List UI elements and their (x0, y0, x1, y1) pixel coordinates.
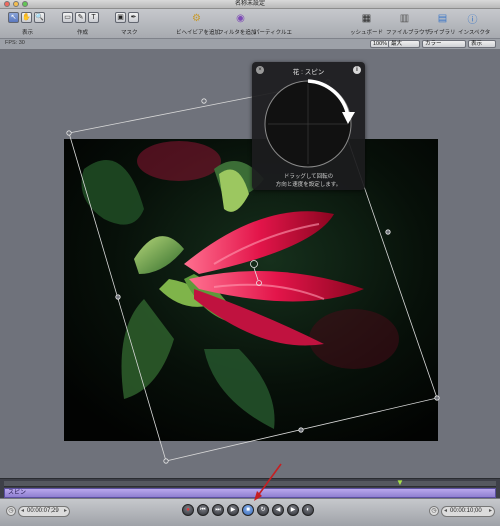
duration-value: 00:00:10;00 (450, 508, 482, 514)
inspector-label[interactable]: インスペクタ (458, 28, 490, 36)
display-tools: ↖ ✋ 🔍 (8, 12, 45, 23)
spin-track[interactable]: スピン (4, 488, 496, 498)
create-tools-label: 作成 (77, 30, 89, 36)
motion-window: 名称未設定 ↖ ✋ 🔍 表示 ▭ ✎ T 作成 ▣ ✒ マスク ⚙ ビヘイビアを… (0, 0, 500, 526)
decrement-duration-icon[interactable]: ◂ (444, 507, 447, 516)
duration-field[interactable]: ◂ 00:00:10;00 ▸ (441, 506, 495, 517)
pan-tool-button[interactable]: ✋ (21, 12, 32, 23)
add-filter-label[interactable]: フィルタを追加 (218, 28, 256, 36)
transport-bar: ◷ ◂ 00:00:07;29 ▸ ● ⏮ ⏭ ▶ ■ ↻ ◀ ▶ ◐ ◷ ◂ … (0, 498, 500, 526)
add-behavior-label[interactable]: ビヘイビアを追加 (176, 28, 220, 36)
view-select[interactable]: 最大 (388, 40, 420, 48)
record-button[interactable]: ● (182, 504, 194, 516)
next-frame-button[interactable]: ▶ (287, 504, 299, 516)
mask-pen-icon: ✒ (130, 14, 137, 21)
mask-tools-label: マスク (121, 30, 138, 36)
transform-handle[interactable] (66, 130, 72, 136)
transform-handle[interactable] (298, 427, 304, 433)
color-select[interactable]: カラー (422, 40, 466, 48)
particle-label[interactable]: パーティクルエ (254, 28, 292, 36)
bezier-tool-button[interactable]: ✎ (75, 12, 86, 23)
timeline-ruler[interactable] (4, 481, 496, 487)
dashboard-label[interactable]: ッシュボード (350, 28, 383, 36)
transform-handle[interactable] (163, 458, 169, 464)
track-label: スピン (8, 490, 27, 496)
behavior-icon[interactable]: ⚙ (190, 12, 203, 24)
playhead-icon[interactable]: ▼ (396, 479, 404, 488)
transform-handle[interactable] (115, 294, 121, 300)
create-tools: ▭ ✎ T (62, 12, 99, 23)
playback-controls: ● ⏮ ⏭ ▶ ■ ↻ ◀ ▶ ◐ (182, 504, 314, 516)
hud-info-icon[interactable]: i (353, 66, 361, 74)
increment-time-icon[interactable]: ▸ (64, 507, 67, 516)
hud-hint-line-1: ドラッグして回転の (283, 174, 334, 180)
zoom-tool-button[interactable]: 🔍 (34, 12, 45, 23)
rectangle-tool-button[interactable]: ▭ (62, 12, 73, 23)
display-tools-label: 表示 (22, 30, 34, 36)
audio-button[interactable]: ◀ (272, 504, 284, 516)
current-time-clock-icon: ◷ (6, 506, 16, 516)
mask-tools: ▣ ✒ (115, 12, 139, 23)
text-tool-button[interactable]: T (88, 12, 99, 23)
title-bar: 名称未設定 (0, 0, 500, 9)
pen-icon: ✎ (77, 14, 84, 21)
current-time-value: 00:00:07;29 (27, 508, 59, 514)
mask-bezier-button[interactable]: ✒ (128, 12, 139, 23)
hud-hint: ドラッグして回転の 方向と速度を設定します。 (256, 173, 361, 189)
transform-overlay (66, 79, 440, 464)
window-title: 名称未設定 (234, 1, 265, 7)
file-browser-label[interactable]: ファイルブラウザ (386, 28, 430, 36)
mask-rect-button[interactable]: ▣ (115, 12, 126, 23)
toolbar: ↖ ✋ 🔍 表示 ▭ ✎ T 作成 ▣ ✒ マスク ⚙ ビヘイビアを追加 ◉ フ… (0, 9, 500, 39)
library-icon[interactable]: ▤ (436, 12, 449, 24)
magnifier-icon: 🔍 (35, 14, 44, 21)
text-icon: T (91, 14, 96, 21)
spin-dial[interactable] (252, 74, 365, 174)
go-to-start-button[interactable]: ⏮ (197, 504, 209, 516)
current-time-field[interactable]: ◂ 00:00:07;29 ▸ (18, 506, 70, 517)
transform-handle[interactable] (201, 98, 207, 104)
filter-icon[interactable]: ◉ (234, 12, 247, 24)
inspector-icon[interactable]: ⓘ (466, 12, 479, 26)
go-to-end-button[interactable]: ⏭ (212, 504, 224, 516)
dashboard-icon[interactable]: ▦ (360, 12, 373, 24)
canvas-options-bar: FPS: 30 100% 最大 カラー 表示 (0, 39, 500, 50)
hud-hint-line-2: 方向と速度を設定します。 (275, 182, 342, 188)
arrow-cursor-icon: ↖ (10, 14, 17, 21)
file-browser-icon[interactable]: ▥ (398, 12, 411, 24)
play-button[interactable]: ▶ (227, 504, 239, 516)
spin-hud[interactable]: × 花 : スピン i ドラッグして回転の 方向と速度を設定します。 (252, 62, 365, 190)
select-tool-button[interactable]: ↖ (8, 12, 19, 23)
hand-icon: ✋ (22, 14, 31, 21)
extra-button[interactable]: ◐ (302, 504, 314, 516)
loop-button[interactable]: ↻ (257, 504, 269, 516)
rectangle-icon: ▭ (64, 14, 71, 21)
decrement-time-icon[interactable]: ◂ (21, 507, 24, 516)
canvas[interactable]: × 花 : スピン i ドラッグして回転の 方向と速度を設定します。 (0, 50, 500, 478)
mini-timeline[interactable]: ▼ スピン (0, 478, 500, 498)
transform-handle[interactable] (434, 395, 440, 401)
fps-readout: FPS: 30 (5, 40, 25, 46)
anchor-point[interactable] (250, 260, 262, 286)
mask-rect-icon: ▣ (117, 14, 124, 21)
duration-clock-icon: ◷ (429, 506, 439, 516)
transform-handle[interactable] (385, 229, 391, 235)
library-label[interactable]: ライブラリ (428, 28, 456, 36)
increment-duration-icon[interactable]: ▸ (489, 507, 492, 516)
zoom-select[interactable]: 100% (370, 40, 390, 48)
stop-button[interactable]: ■ (242, 504, 254, 516)
display-select[interactable]: 表示 (468, 40, 496, 48)
